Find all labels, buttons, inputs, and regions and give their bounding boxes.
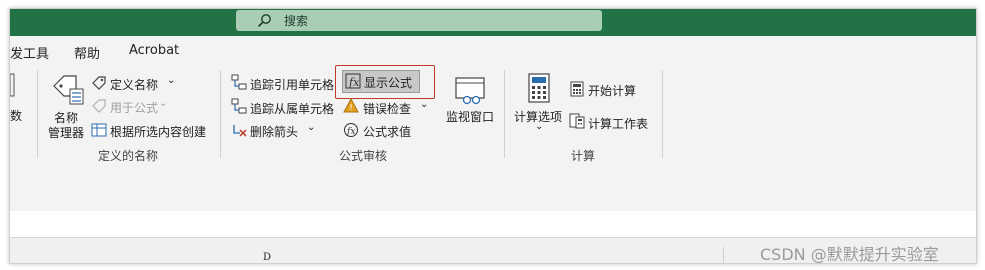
name-manager-icon [53, 75, 84, 105]
define-name-button[interactable]: 定义名称 [110, 76, 158, 93]
partial-button-label[interactable]: 数 [10, 107, 22, 124]
create-from-selection-button[interactable]: 根据所选内容创建 [110, 123, 206, 140]
ribbon-tabs: 发工具 帮助 Acrobat [10, 36, 976, 66]
group-label-calculation: 计算 [571, 149, 596, 163]
tag-icon [92, 76, 106, 90]
search-box[interactable]: 搜索 [236, 10, 602, 31]
ribbon-formulas: 数 名称 管理器 定义名称 ⌄ 用于公式 ⌄ 根据所选内容创建 定义的名称 追踪… [10, 65, 976, 165]
show-formulas-button[interactable]: fx 显示公式 [342, 70, 420, 93]
evaluate-formula-button[interactable]: 公式求值 [363, 123, 411, 140]
group-label-defined-names: 定义的名称 [98, 149, 159, 163]
error-checking-icon: ! [343, 98, 359, 114]
calculate-sheet-button[interactable]: 计算工作表 [588, 115, 648, 132]
remove-arrows-button[interactable]: 删除箭头 [250, 123, 298, 140]
show-formulas-icon: fx [345, 73, 361, 89]
show-formulas-label: 显示公式 [364, 76, 413, 90]
column-header-d[interactable]: D [263, 252, 271, 263]
watermark: CSDN @默默提升实验室 [760, 245, 939, 264]
svg-text:!: ! [349, 104, 353, 114]
watch-window-button[interactable]: 监视窗口 [446, 108, 494, 125]
formula-bar-area [10, 164, 976, 212]
trace-precedents-button[interactable]: 追踪引用单元格 [250, 76, 334, 93]
excel-window: 搜索 发工具 帮助 Acrobat 数 名称 管理器 定义名称 ⌄ 用于公式 ⌄… [9, 8, 977, 264]
use-in-formula-dropdown-icon[interactable]: ⌄ [159, 98, 167, 109]
trace-dependents-icon [231, 98, 247, 114]
calculate-now-icon [570, 81, 584, 97]
trace-precedents-icon [231, 74, 247, 90]
error-checking-dropdown-icon[interactable]: ⌄ [420, 99, 428, 110]
create-from-selection-icon [91, 123, 107, 137]
group-separator [662, 70, 663, 158]
remove-arrows-dropdown-icon[interactable]: ⌄ [307, 122, 315, 133]
remove-arrows-icon [233, 125, 247, 137]
search-icon [257, 14, 271, 28]
function-icon [10, 73, 15, 97]
search-label: 搜索 [284, 14, 309, 28]
calculate-sheet-icon [569, 113, 585, 129]
group-separator [504, 70, 505, 158]
calculation-options-dropdown-icon[interactable]: ⌄ [535, 121, 543, 132]
divider [723, 247, 724, 263]
use-in-formula-button[interactable]: 用于公式 [110, 99, 158, 116]
use-in-formula-icon [92, 99, 106, 113]
svg-text:fx: fx [348, 76, 360, 89]
calculate-now-button[interactable]: 开始计算 [588, 82, 636, 99]
evaluate-formula-icon: fx [344, 123, 358, 137]
title-bar: 搜索 [10, 9, 976, 36]
tab-acrobat[interactable]: Acrobat [129, 43, 179, 58]
group-separator [220, 70, 221, 158]
error-checking-button[interactable]: 错误检查 [363, 100, 411, 117]
calculator-icon [528, 73, 550, 103]
define-name-dropdown-icon[interactable]: ⌄ [167, 75, 175, 86]
tab-help[interactable]: 帮助 [74, 43, 100, 62]
group-separator [37, 70, 38, 158]
tab-developer[interactable]: 发工具 [10, 43, 49, 62]
group-label-formula-auditing: 公式审核 [339, 149, 388, 163]
watch-window-icon [455, 77, 485, 105]
svg-text:fx: fx [346, 127, 355, 137]
trace-dependents-button[interactable]: 追踪从属单元格 [250, 100, 334, 117]
name-manager-label-2[interactable]: 管理器 [48, 124, 84, 141]
